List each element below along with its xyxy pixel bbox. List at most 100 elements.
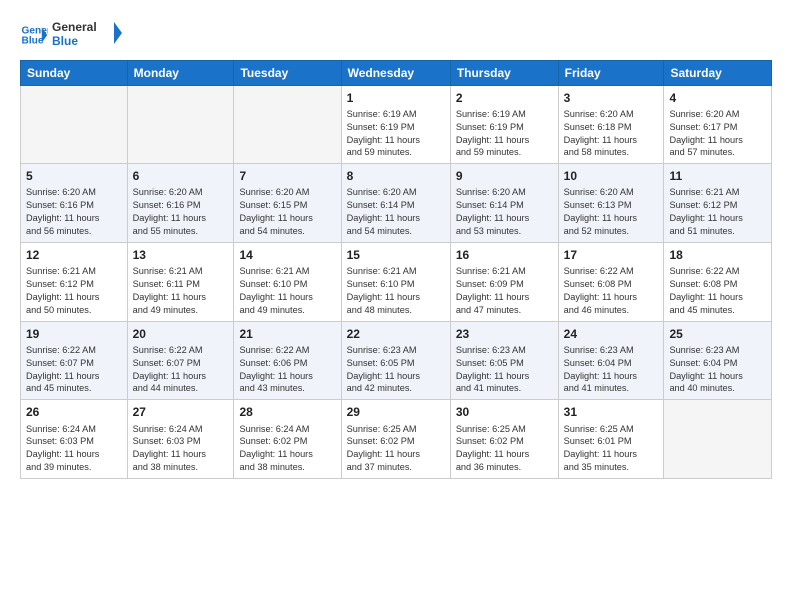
day-number: 28 [239, 404, 335, 420]
calendar-day: 15Sunrise: 6:21 AM Sunset: 6:10 PM Dayli… [341, 242, 450, 321]
day-number: 25 [669, 326, 766, 342]
day-number: 6 [133, 168, 229, 184]
calendar-week-row: 12 Sunrise: 6:21 AM Sunset: 6:12 PM Dayli… [21, 242, 772, 321]
day-number: 23 [456, 326, 553, 342]
day-number: 7 [239, 168, 335, 184]
calendar-week-row: 1 Sunrise: 6:19 AM Sunset: 6:19 PM Daylig… [21, 85, 772, 164]
day-number: 10 [564, 168, 659, 184]
calendar-day: 30 Sunrise: 6:25 AM Sunset: 6:02 PM Dayli… [450, 400, 558, 479]
weekday-header-tuesday: Tuesday [234, 60, 341, 85]
calendar-day: 14 Sunrise: 6:21 AM Sunset: 6:10 PM Dayli… [234, 242, 341, 321]
day-number: 13 [133, 247, 229, 263]
calendar-day: 23 Sunrise: 6:23 AM Sunset: 6:05 PM Dayli… [450, 321, 558, 400]
day-info: Sunrise: 6:19 AM Sunset: 6:19 PM Dayligh… [347, 108, 445, 160]
day-info: Sunrise: 6:23 AM Sunset: 6:05 PM Dayligh… [347, 344, 445, 396]
day-number: 24 [564, 326, 659, 342]
day-info: Sunrise: 6:22 AM Sunset: 6:07 PM Dayligh… [133, 344, 229, 396]
calendar-day: 4 Sunrise: 6:20 AM Sunset: 6:17 PM Daylig… [664, 85, 772, 164]
day-number: 4 [669, 90, 766, 106]
page: General Blue General Blue SundayMondayTu… [0, 0, 792, 612]
day-number: 1 [347, 90, 445, 106]
day-info: Sunrise: 6:20 AM Sunset: 6:18 PM Dayligh… [564, 108, 659, 160]
day-info: Sunrise: 6:24 AM Sunset: 6:02 PM Dayligh… [239, 423, 335, 475]
day-info: Sunrise: 6:23 AM Sunset: 6:04 PM Dayligh… [669, 344, 766, 396]
day-number: 12 [26, 247, 122, 263]
calendar-week-row: 26Sunrise: 6:24 AM Sunset: 6:03 PM Dayli… [21, 400, 772, 479]
calendar-day: 31 Sunrise: 6:25 AM Sunset: 6:01 PM Dayli… [558, 400, 664, 479]
day-info: Sunrise: 6:24 AM Sunset: 6:03 PM Dayligh… [133, 423, 229, 475]
calendar-day: 19Sunrise: 6:22 AM Sunset: 6:07 PM Dayli… [21, 321, 128, 400]
weekday-header-sunday: Sunday [21, 60, 128, 85]
calendar-day: 27Sunrise: 6:24 AM Sunset: 6:03 PM Dayli… [127, 400, 234, 479]
calendar-day: 5 Sunrise: 6:20 AM Sunset: 6:16 PM Daylig… [21, 164, 128, 243]
day-info: Sunrise: 6:21 AM Sunset: 6:09 PM Dayligh… [456, 265, 553, 317]
day-info: Sunrise: 6:21 AM Sunset: 6:11 PM Dayligh… [133, 265, 229, 317]
day-number: 8 [347, 168, 445, 184]
day-info: Sunrise: 6:23 AM Sunset: 6:05 PM Dayligh… [456, 344, 553, 396]
day-info: Sunrise: 6:25 AM Sunset: 6:01 PM Dayligh… [564, 423, 659, 475]
weekday-header-row: SundayMondayTuesdayWednesdayThursdayFrid… [21, 60, 772, 85]
calendar-day [234, 85, 341, 164]
calendar-day: 9Sunrise: 6:20 AM Sunset: 6:14 PM Daylig… [450, 164, 558, 243]
calendar-day: 22 Sunrise: 6:23 AM Sunset: 6:05 PM Dayli… [341, 321, 450, 400]
day-info: Sunrise: 6:25 AM Sunset: 6:02 PM Dayligh… [347, 423, 445, 475]
day-info: Sunrise: 6:21 AM Sunset: 6:10 PM Dayligh… [239, 265, 335, 317]
calendar-day: 2Sunrise: 6:19 AM Sunset: 6:19 PM Daylig… [450, 85, 558, 164]
day-number: 18 [669, 247, 766, 263]
calendar-day: 8 Sunrise: 6:20 AM Sunset: 6:14 PM Daylig… [341, 164, 450, 243]
calendar-table: SundayMondayTuesdayWednesdayThursdayFrid… [20, 60, 772, 479]
day-info: Sunrise: 6:20 AM Sunset: 6:15 PM Dayligh… [239, 186, 335, 238]
day-info: Sunrise: 6:20 AM Sunset: 6:14 PM Dayligh… [347, 186, 445, 238]
calendar-day: 18 Sunrise: 6:22 AM Sunset: 6:08 PM Dayli… [664, 242, 772, 321]
weekday-header-friday: Friday [558, 60, 664, 85]
weekday-header-wednesday: Wednesday [341, 60, 450, 85]
day-number: 14 [239, 247, 335, 263]
day-number: 5 [26, 168, 122, 184]
day-number: 30 [456, 404, 553, 420]
day-info: Sunrise: 6:22 AM Sunset: 6:08 PM Dayligh… [669, 265, 766, 317]
svg-text:General: General [52, 20, 97, 34]
day-info: Sunrise: 6:22 AM Sunset: 6:08 PM Dayligh… [564, 265, 659, 317]
calendar-day: 20Sunrise: 6:22 AM Sunset: 6:07 PM Dayli… [127, 321, 234, 400]
day-info: Sunrise: 6:20 AM Sunset: 6:17 PM Dayligh… [669, 108, 766, 160]
day-number: 29 [347, 404, 445, 420]
weekday-header-thursday: Thursday [450, 60, 558, 85]
day-info: Sunrise: 6:22 AM Sunset: 6:06 PM Dayligh… [239, 344, 335, 396]
calendar-day: 12 Sunrise: 6:21 AM Sunset: 6:12 PM Dayli… [21, 242, 128, 321]
day-info: Sunrise: 6:20 AM Sunset: 6:16 PM Dayligh… [133, 186, 229, 238]
calendar-day: 7 Sunrise: 6:20 AM Sunset: 6:15 PM Daylig… [234, 164, 341, 243]
day-number: 11 [669, 168, 766, 184]
day-number: 21 [239, 326, 335, 342]
day-info: Sunrise: 6:20 AM Sunset: 6:16 PM Dayligh… [26, 186, 122, 238]
day-number: 15 [347, 247, 445, 263]
calendar-day [127, 85, 234, 164]
logo: General Blue General Blue [20, 18, 122, 52]
calendar-week-row: 5 Sunrise: 6:20 AM Sunset: 6:16 PM Daylig… [21, 164, 772, 243]
day-number: 2 [456, 90, 553, 106]
day-info: Sunrise: 6:20 AM Sunset: 6:14 PM Dayligh… [456, 186, 553, 238]
calendar-day: 13 Sunrise: 6:21 AM Sunset: 6:11 PM Dayli… [127, 242, 234, 321]
day-number: 3 [564, 90, 659, 106]
calendar-day: 1 Sunrise: 6:19 AM Sunset: 6:19 PM Daylig… [341, 85, 450, 164]
calendar-day: 25 Sunrise: 6:23 AM Sunset: 6:04 PM Dayli… [664, 321, 772, 400]
svg-text:Blue: Blue [22, 35, 44, 46]
logo-text: General Blue [52, 18, 122, 52]
day-number: 22 [347, 326, 445, 342]
day-number: 31 [564, 404, 659, 420]
day-info: Sunrise: 6:25 AM Sunset: 6:02 PM Dayligh… [456, 423, 553, 475]
day-number: 17 [564, 247, 659, 263]
calendar-day: 17 Sunrise: 6:22 AM Sunset: 6:08 PM Dayli… [558, 242, 664, 321]
day-info: Sunrise: 6:20 AM Sunset: 6:13 PM Dayligh… [564, 186, 659, 238]
calendar-day: 11 Sunrise: 6:21 AM Sunset: 6:12 PM Dayli… [664, 164, 772, 243]
day-info: Sunrise: 6:21 AM Sunset: 6:12 PM Dayligh… [26, 265, 122, 317]
svg-text:Blue: Blue [52, 34, 78, 48]
calendar-day: 6 Sunrise: 6:20 AM Sunset: 6:16 PM Daylig… [127, 164, 234, 243]
day-number: 19 [26, 326, 122, 342]
calendar-day: 3 Sunrise: 6:20 AM Sunset: 6:18 PM Daylig… [558, 85, 664, 164]
day-info: Sunrise: 6:21 AM Sunset: 6:12 PM Dayligh… [669, 186, 766, 238]
calendar-week-row: 19 Sunrise: 6:22 AM Sunset: 6:07 PM Dayli… [21, 321, 772, 400]
calendar-day: 16Sunrise: 6:21 AM Sunset: 6:09 PM Dayli… [450, 242, 558, 321]
calendar-day [21, 85, 128, 164]
calendar-day: 28 Sunrise: 6:24 AM Sunset: 6:02 PM Dayli… [234, 400, 341, 479]
weekday-header-monday: Monday [127, 60, 234, 85]
